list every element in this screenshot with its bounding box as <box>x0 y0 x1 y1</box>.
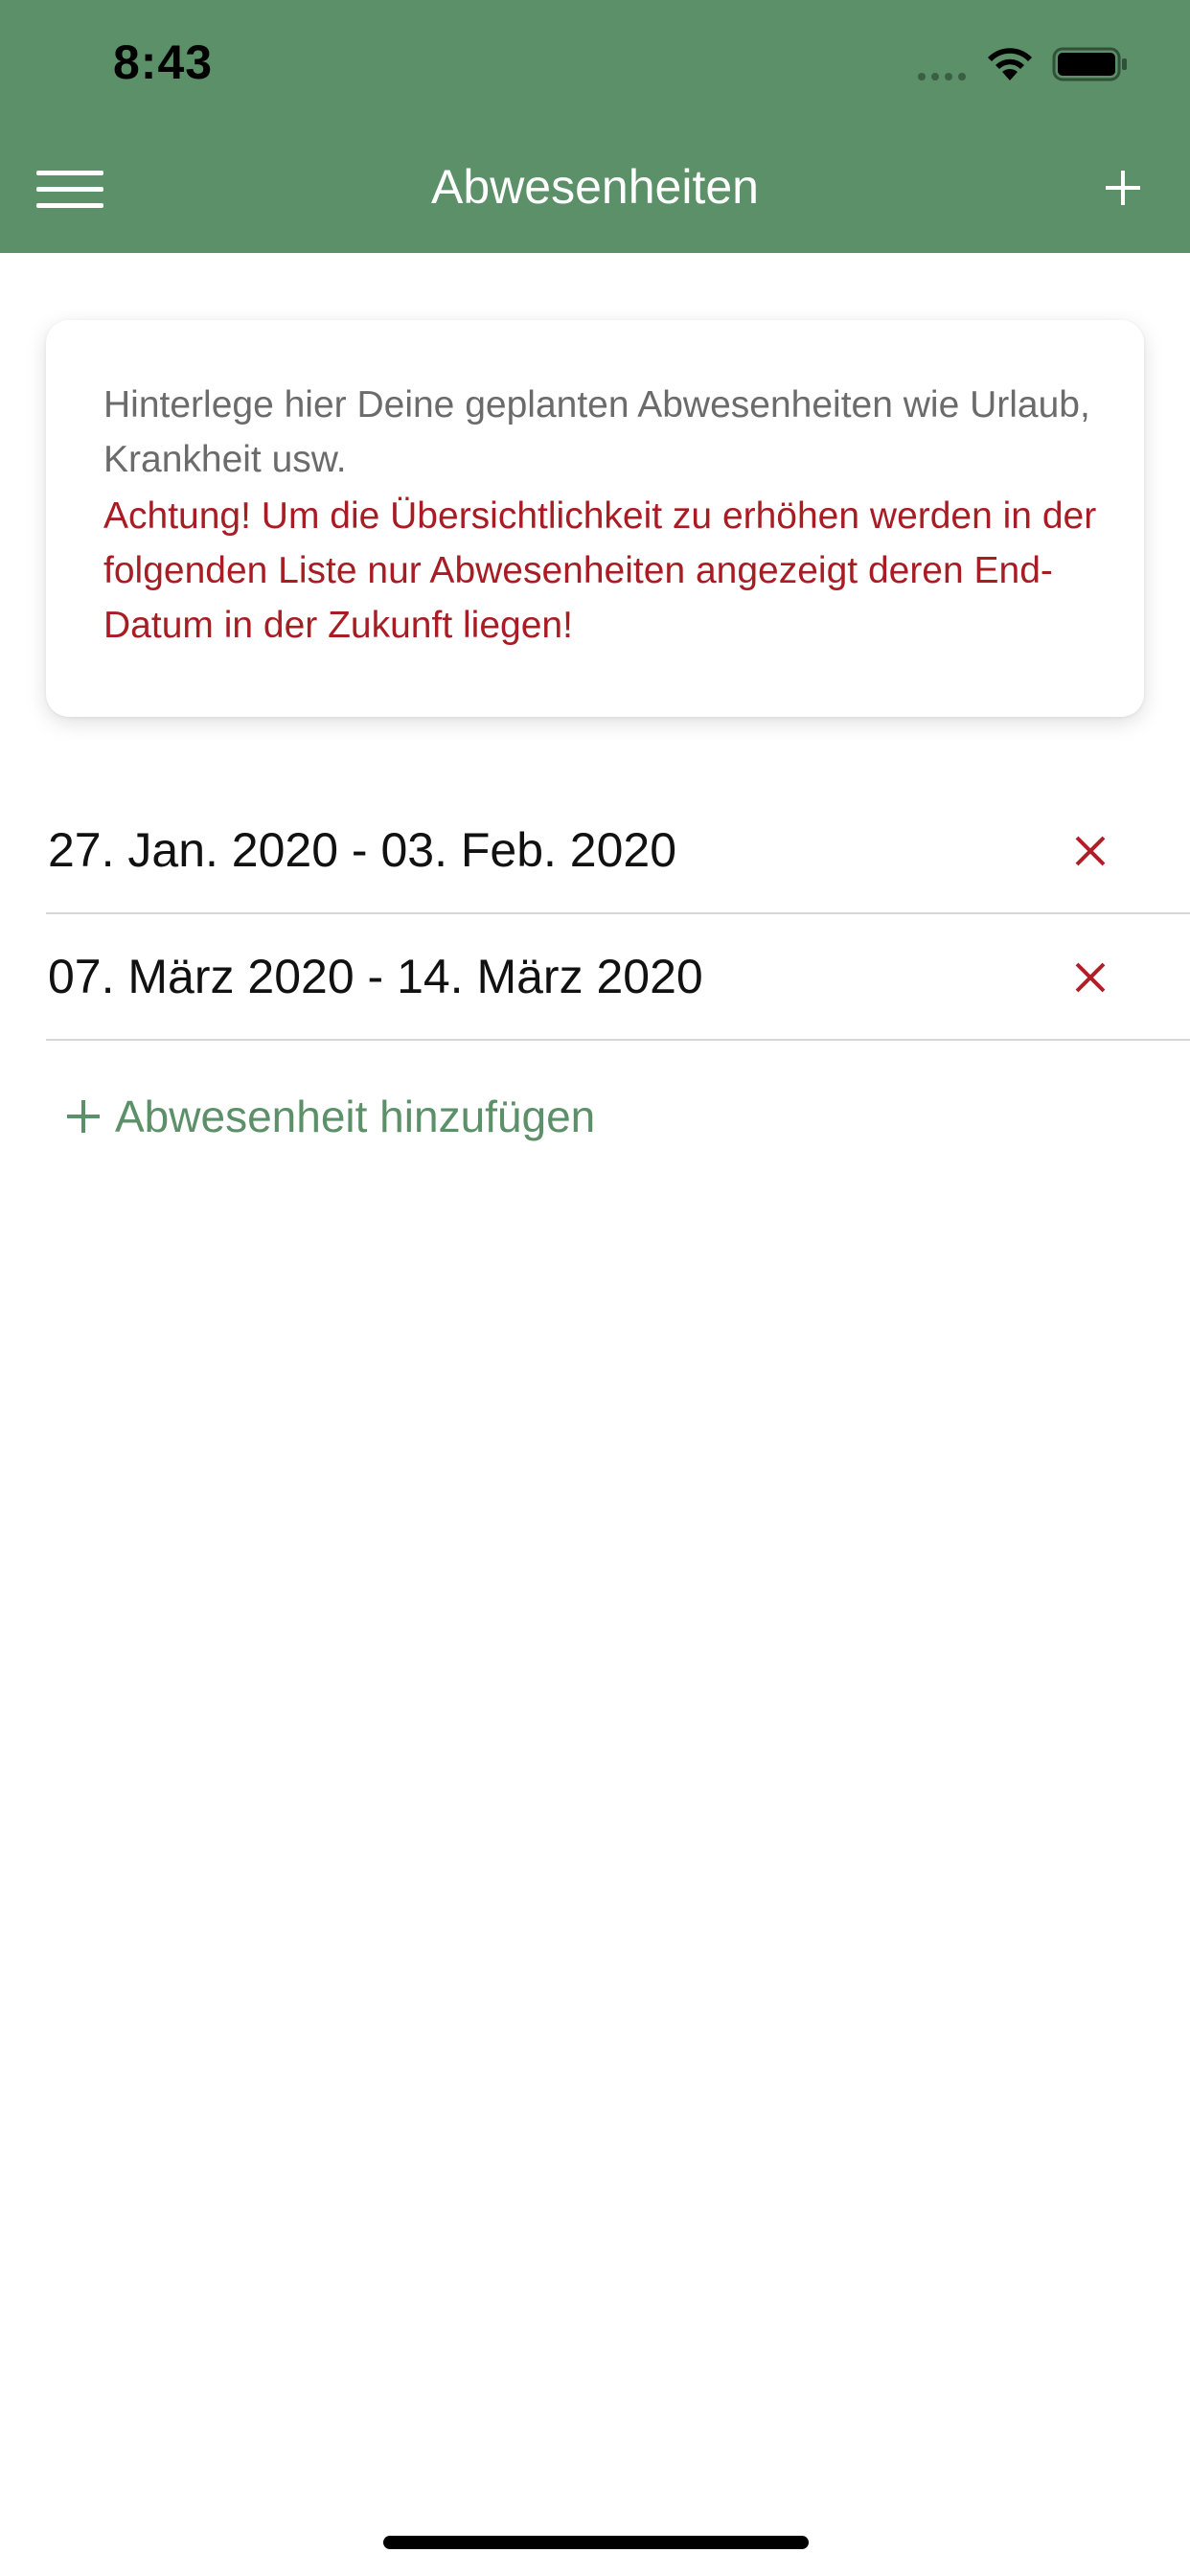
cellular-signal-icon <box>918 73 966 80</box>
delete-icon[interactable] <box>1073 960 1108 995</box>
info-text: Hinterlege hier Deine geplanten Abwesenh… <box>103 384 1090 480</box>
info-card: Hinterlege hier Deine geplanten Abwesenh… <box>46 320 1144 717</box>
delete-icon[interactable] <box>1073 834 1108 868</box>
absences-screen: 8:43 Abwesenheiten Hinterlege hier Deine… <box>0 0 1190 2576</box>
home-indicator <box>383 2536 809 2549</box>
app-header: 8:43 Abwesenheiten <box>0 0 1190 253</box>
absence-date-range: 07. März 2020 - 14. März 2020 <box>48 950 703 1003</box>
warning-text: Achtung! Um die Übersichtlichkeit zu erh… <box>103 495 1097 646</box>
absence-row[interactable]: 27. Jan. 2020 - 03. Feb. 2020 <box>46 788 1190 914</box>
absence-row[interactable]: 07. März 2020 - 14. März 2020 <box>46 914 1190 1041</box>
battery-icon <box>1052 47 1127 81</box>
page-title: Abwesenheiten <box>431 160 759 214</box>
plus-icon <box>67 1100 100 1133</box>
add-icon[interactable] <box>1104 169 1142 207</box>
status-time: 8:43 <box>113 35 214 89</box>
wifi-icon <box>988 48 1032 80</box>
add-absence-label: Abwesenheit hinzufügen <box>115 1092 596 1141</box>
add-absence-button[interactable]: Abwesenheit hinzufügen <box>65 1083 595 1150</box>
absence-date-range: 27. Jan. 2020 - 03. Feb. 2020 <box>48 823 677 877</box>
